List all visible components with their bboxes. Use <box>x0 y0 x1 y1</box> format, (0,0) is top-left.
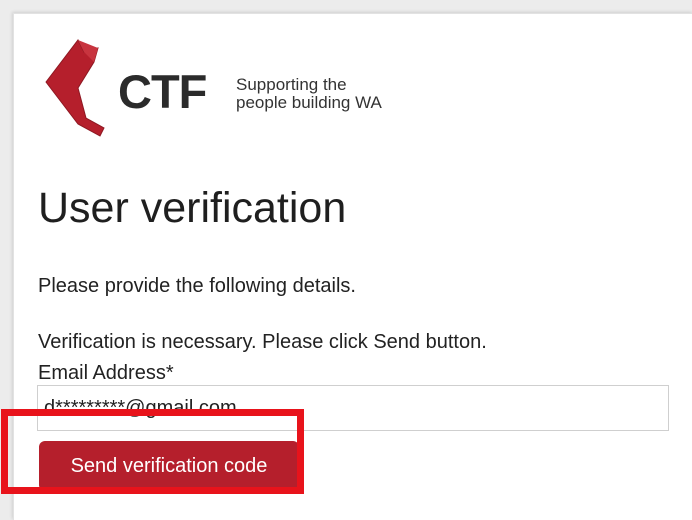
brand-name: CTF <box>118 65 207 118</box>
intro-text: Please provide the following details. <box>38 275 356 297</box>
verification-notice: Verification is necessary. Please click … <box>38 331 487 353</box>
tagline-line-2: people building WA <box>236 92 382 112</box>
brand-tagline: Supporting the people building WA <box>236 76 382 112</box>
page-title: User verification <box>38 184 347 232</box>
email-label: Email Address* <box>38 362 174 384</box>
ctf-logo: CTF Supporting the people building WA <box>38 32 398 152</box>
tagline-line-1: Supporting the <box>236 75 347 94</box>
highlight-annotation <box>1 409 304 494</box>
ctf-logo-mark-icon <box>45 39 105 137</box>
